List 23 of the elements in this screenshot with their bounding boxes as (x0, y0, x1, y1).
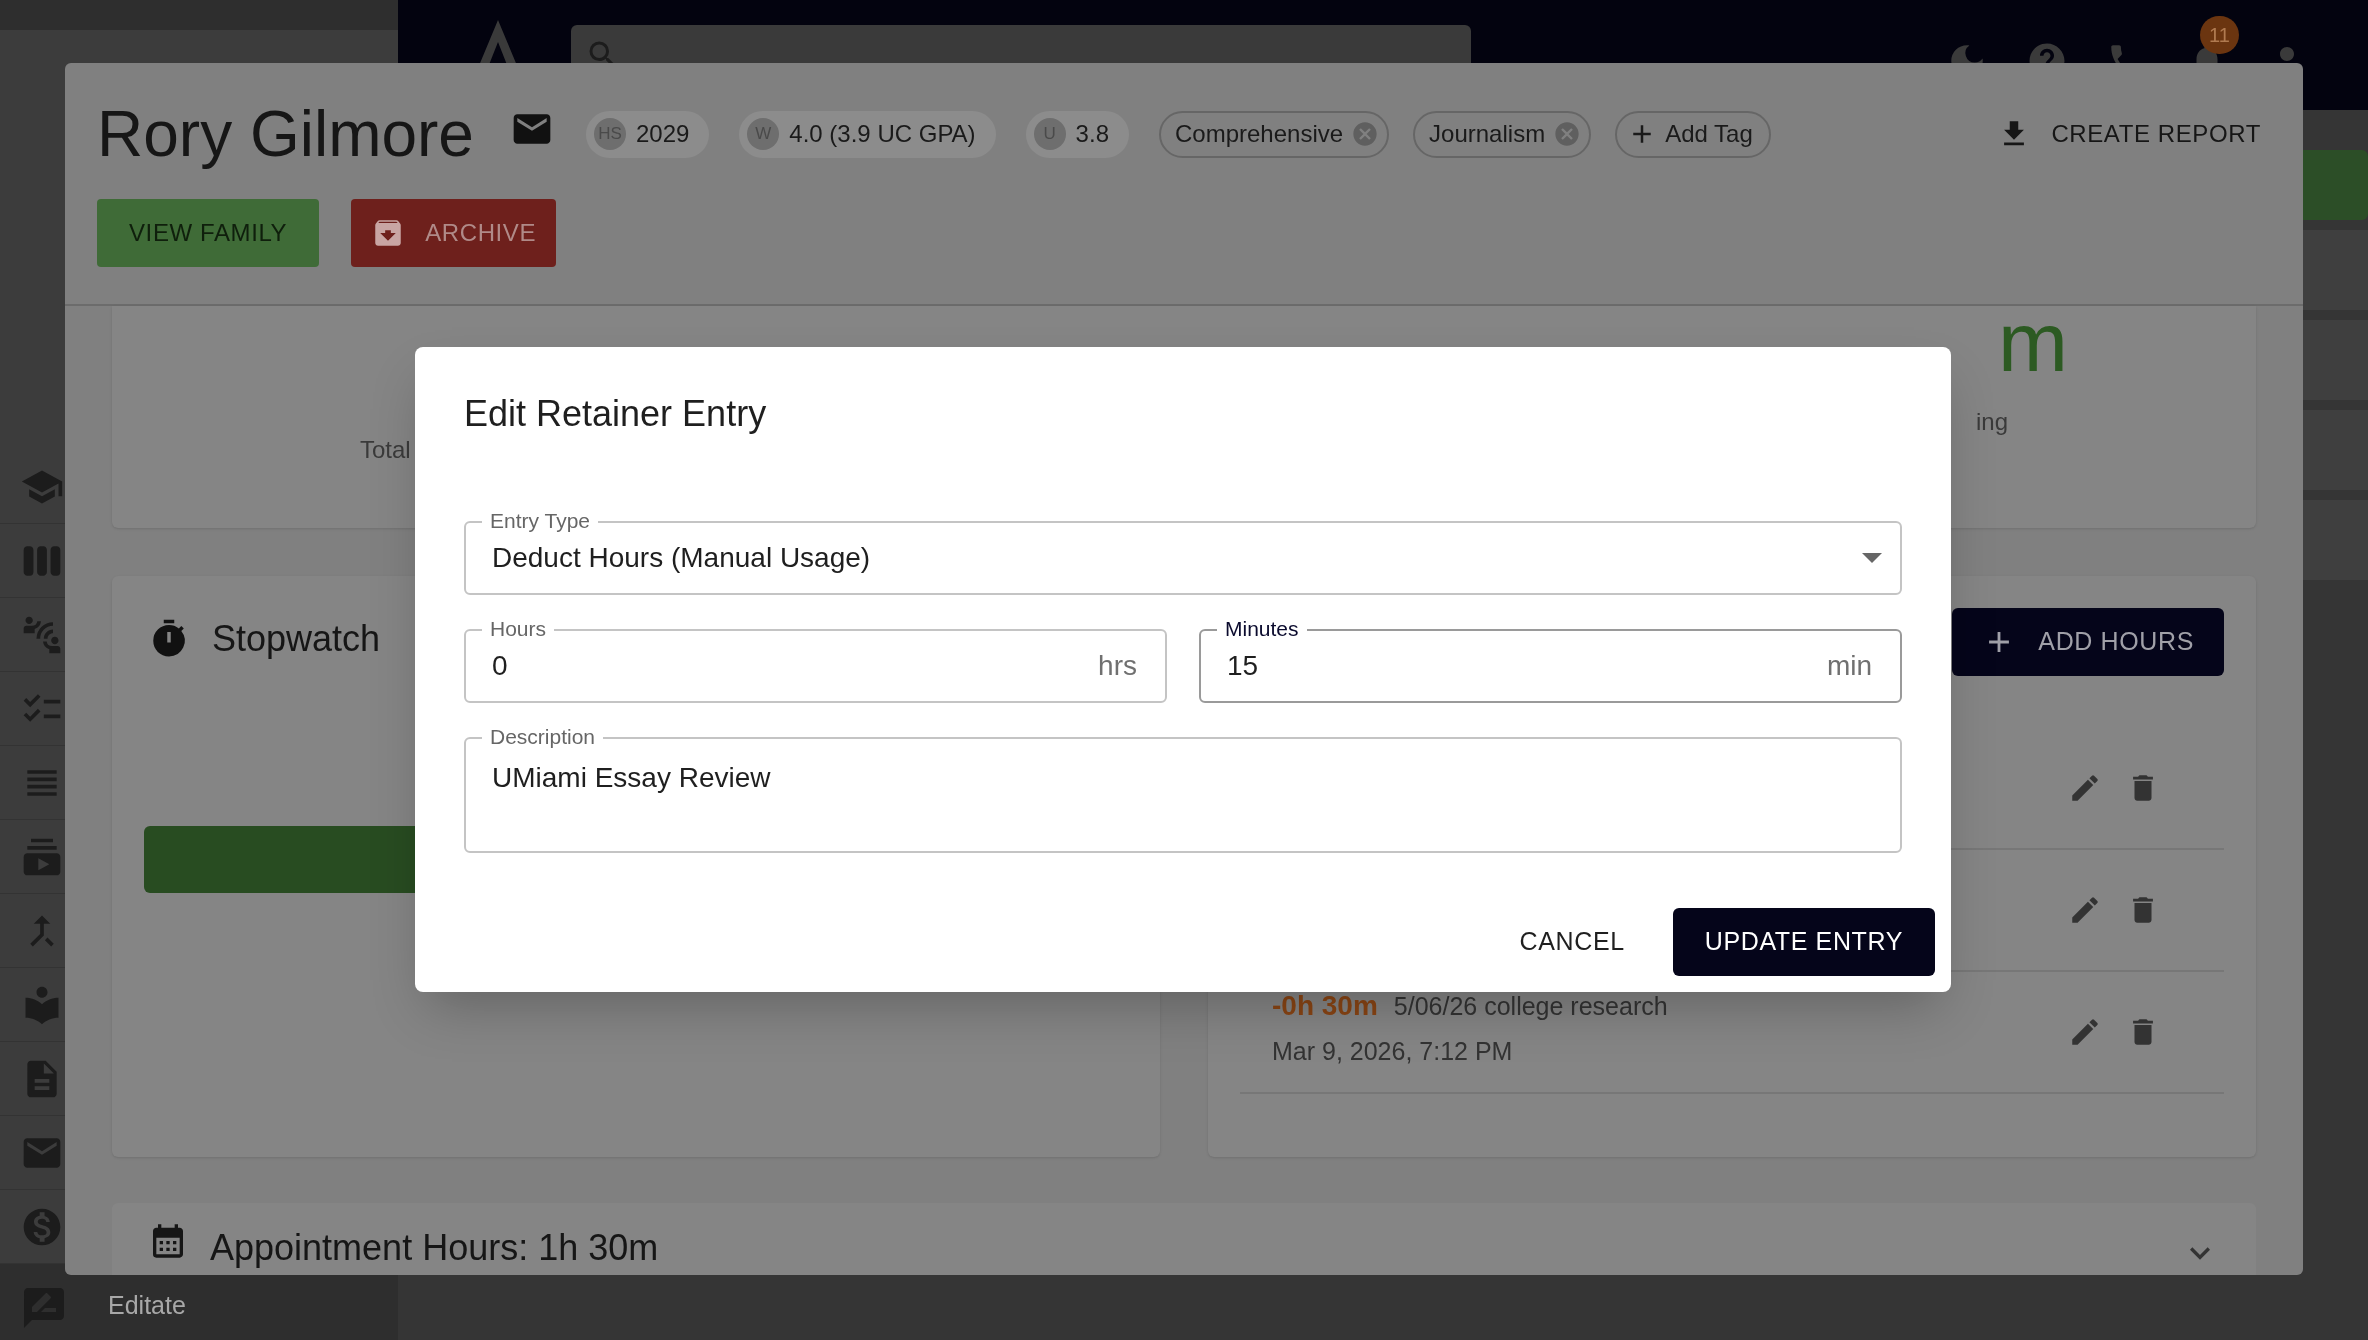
sidebar-item[interactable]: Editate (108, 1286, 186, 1324)
student-name: Rory Gilmore (97, 97, 474, 171)
update-entry-button[interactable]: UPDATE ENTRY (1672, 908, 1935, 976)
card-title: Stopwatch (212, 617, 381, 661)
add-hours-button[interactable]: ADD HOURS (1952, 608, 2224, 676)
card-title: Appointment Hours: 1h 30m (210, 1226, 659, 1270)
tag-chip[interactable]: Comprehensive (1159, 110, 1390, 158)
dialog-title: Edit Retainer Entry (464, 392, 768, 436)
stat-label: Total (360, 435, 411, 465)
remove-icon[interactable] (1351, 120, 1380, 148)
entry-description: 5/06/26 college research (1393, 991, 1668, 1023)
add-tag-button[interactable]: Add Tag (1615, 110, 1771, 158)
stat-value: m (1998, 294, 2068, 391)
stat-label: ing (1975, 407, 2008, 437)
dropdown-caret-icon (1862, 553, 1882, 563)
cancel-button[interactable]: CANCEL (1503, 908, 1641, 976)
create-report-button[interactable]: CREATE REPORT (1997, 116, 2261, 152)
entry-amount: -0h 30m (1272, 989, 1378, 1024)
notification-badge: 11 (2200, 16, 2239, 54)
archive-button[interactable]: ARCHIVE (351, 199, 557, 267)
remove-icon[interactable] (1553, 120, 1582, 148)
entry-date: Mar 9, 2026, 7:12 PM (1272, 1036, 1514, 1068)
tag-chip[interactable]: Journalism (1413, 110, 1592, 158)
